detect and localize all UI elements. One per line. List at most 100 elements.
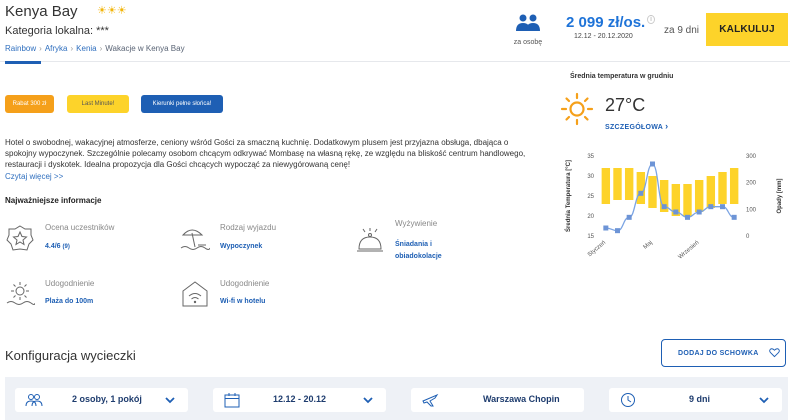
hotel-description: Hotel o swobodnej, wakacyjnej atmosferze… [5, 138, 526, 169]
temperature-bar [694, 180, 704, 212]
key-info-title: Najważniejsze informacje [5, 196, 102, 205]
temperature-value: 27°C [605, 95, 646, 115]
weather-details-label: SZCZEGÓŁOWA [605, 124, 663, 131]
beach-umbrella-icon [180, 229, 210, 250]
feature-wifi: Udogodnienie Wi-fi w hotelu [180, 279, 340, 319]
y-tick-label: 30 [587, 174, 594, 180]
temperature-bar [683, 184, 692, 216]
feature-label: Udogodnienie [45, 279, 95, 288]
temperature-bar [624, 168, 634, 200]
precipitation-point [673, 209, 679, 215]
trip-days: za 9 dni [664, 25, 700, 36]
y-tick-label: 35 [587, 154, 594, 160]
config-dates-value: 12.12 - 20.12 [273, 394, 327, 404]
breadcrumb-separator: › [99, 44, 103, 53]
precipitation-point [720, 204, 725, 210]
breadcrumb-current: Wakacje w Kenya Bay [105, 44, 185, 53]
chevron-down-icon [759, 397, 769, 404]
calendar-icon [224, 393, 240, 408]
rating-count: (9) [62, 244, 70, 250]
weather-details-link[interactable]: SZCZEGÓŁOWA › [605, 121, 668, 131]
badge-discount[interactable]: Rabat 300 zł [5, 95, 54, 113]
precipitation-point [731, 214, 737, 220]
cloche-icon [357, 228, 383, 252]
breadcrumb-africa[interactable]: Afryka [45, 44, 68, 53]
config-dates-select[interactable]: 12.12 - 20.12 [213, 388, 386, 412]
info-icon[interactable]: i [647, 15, 655, 24]
plane-icon [422, 393, 439, 407]
clipboard-label: DODAJ DO SCHOWKA [678, 349, 759, 357]
clock-icon [621, 393, 635, 407]
feature-board: Wyżywienie Śniadania i obiadokolacje [355, 219, 515, 269]
weather-title: Średnia temperatura w grudniu [570, 73, 674, 80]
x-tick-label: Maj [643, 240, 654, 251]
wifi-icon [182, 281, 208, 307]
y-tick-label: 15 [587, 234, 594, 240]
precipitation-point [626, 214, 632, 220]
y2-tick-label: 200 [746, 181, 757, 187]
precipitation-point [708, 204, 714, 210]
temperature-bar [706, 176, 716, 208]
precipitation-point [685, 214, 690, 220]
active-underline [5, 61, 41, 64]
feature-value: 4.4/6 (9) [45, 243, 70, 250]
temperature-bar [718, 172, 727, 204]
precipitation-point [638, 190, 644, 196]
config-departure-select[interactable]: Warszawa Chopin [411, 388, 584, 412]
local-category: Kategoria lokalna: *** [5, 25, 109, 37]
read-more-link[interactable]: Czytaj więcej >> [5, 172, 63, 181]
star-badge-icon [6, 225, 34, 251]
people-icon [25, 394, 43, 407]
breadcrumb-separator: › [70, 44, 74, 53]
y-tick-label: 20 [587, 214, 594, 220]
y2-axis-title: Opady [mm] [777, 178, 783, 213]
temperature-bar [648, 176, 657, 208]
trip-dates: 12.12 - 20.12.2020 [574, 33, 633, 40]
badge-last-minute[interactable]: Last Minute! [67, 95, 129, 113]
feature-trip-type: Rodzaj wyjazdu Wypoczynek [180, 223, 340, 263]
feature-label: Udogodnienie [220, 279, 270, 288]
feature-label: Rodzaj wyjazdu [220, 223, 277, 232]
feature-value: Wypoczynek [220, 243, 263, 250]
config-departure-value: Warszawa Chopin [483, 394, 560, 404]
hotel-name: Kenya Bay [5, 3, 78, 20]
add-to-clipboard-button[interactable]: DODAJ DO SCHOWKA [661, 339, 786, 367]
temperature-bar [601, 168, 611, 204]
precipitation-point [696, 209, 702, 215]
feature-label: Wyżywienie [395, 219, 438, 228]
per-person-toggle[interactable]: za osobę [508, 12, 548, 46]
people-icon [516, 14, 540, 31]
y-axis-title: Średnia Temperatura [°C] [565, 160, 572, 232]
per-person-label: za osobę [513, 39, 543, 46]
y2-tick-label: 300 [746, 154, 757, 160]
config-duration-select[interactable]: 9 dni [609, 388, 782, 412]
price: 2 099 zł/os. i [566, 14, 655, 31]
chevron-down-icon [363, 397, 373, 404]
heart-icon [769, 348, 780, 358]
precipitation-point [615, 228, 620, 234]
x-tick-label: Styczeń [587, 240, 607, 258]
calculate-button[interactable]: KALKULUJ [706, 13, 788, 46]
y2-tick-label: 0 [746, 234, 750, 240]
breadcrumb-rainbow[interactable]: Rainbow [5, 44, 36, 53]
badge-sunny[interactable]: Kierunki pełne słońca! [141, 95, 223, 113]
chevron-right-icon: › [665, 121, 669, 131]
config-persons-select[interactable]: 2 osoby, 1 pokój [15, 388, 188, 412]
rating-value: 4.4/6 [45, 243, 61, 250]
sun-sea-icon [6, 282, 35, 305]
y-tick-label: 25 [587, 194, 594, 200]
price-value: 2 099 zł/os. [566, 14, 646, 31]
feature-beach: Udogodnienie Plaża do 100m [5, 279, 175, 319]
sun-icon [560, 92, 594, 126]
breadcrumb-kenya[interactable]: Kenia [76, 44, 96, 53]
stars-rating: ☀☀☀ [97, 5, 127, 17]
temperature-bar [729, 168, 739, 204]
y2-tick-label: 100 [746, 207, 757, 213]
header: Kenya Bay ☀☀☀ Kategoria lokalna: *** Rai… [0, 0, 790, 64]
feature-label: Ocena uczestników [45, 223, 115, 232]
feature-value: Śniadania i obiadokolacje [395, 241, 442, 260]
feature-value: Plaża do 100m [45, 298, 94, 305]
x-tick-label: Wrzesień [678, 240, 701, 261]
chevron-down-icon [165, 397, 175, 404]
precipitation-point [650, 161, 655, 167]
